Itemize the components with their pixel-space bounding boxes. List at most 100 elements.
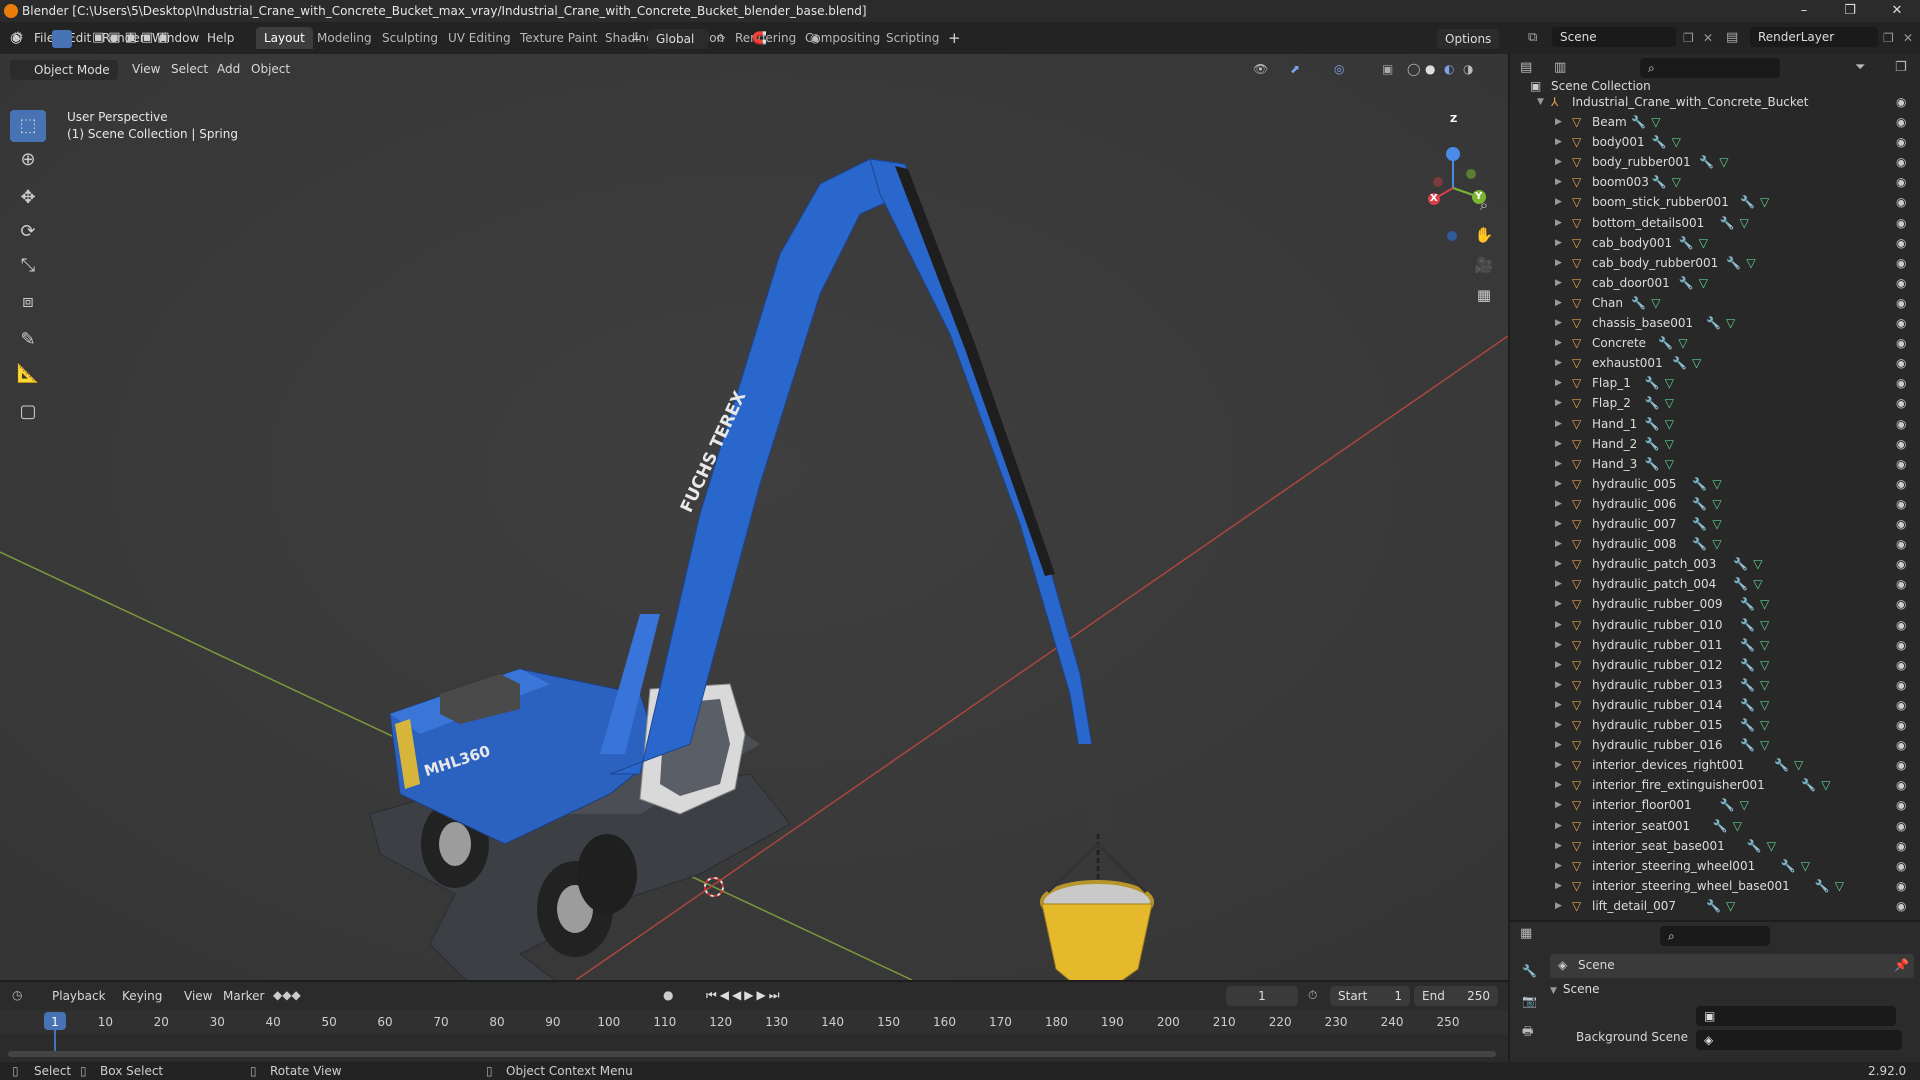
eye-icon[interactable]: ◉ <box>1896 514 1906 534</box>
eye-icon[interactable]: ◉ <box>1896 775 1906 795</box>
outliner-object-row[interactable]: ▶ ▽ cab_body_rubber001 🔧 ▽ ◉ <box>1510 253 1920 273</box>
outliner-object-row[interactable]: ▶ ▽ boom003 🔧 ▽ ◉ <box>1510 172 1920 192</box>
mesh-data-icon[interactable]: ▽ <box>1665 373 1674 393</box>
outliner-object-row[interactable]: ▶ ▽ hydraulic_007 🔧 ▽ ◉ <box>1510 514 1920 534</box>
mode-selector[interactable]: Object Mode <box>10 60 118 80</box>
outliner-object-row[interactable]: ▶ ▽ Beam 🔧 ▽ ◉ <box>1510 112 1920 132</box>
timeline-scrollbar[interactable] <box>8 1051 1496 1057</box>
add-cube-tool[interactable]: ▢ <box>10 396 46 428</box>
modifier-wrench-icon[interactable]: 🔧 <box>1740 594 1755 614</box>
modifier-wrench-icon[interactable]: 🔧 <box>1720 795 1735 815</box>
eye-icon[interactable]: ◉ <box>1896 534 1906 554</box>
expand-arrow-icon[interactable]: ▶ <box>1555 514 1562 534</box>
modifier-wrench-icon[interactable]: 🔧 <box>1645 373 1660 393</box>
mesh-data-icon[interactable]: ▽ <box>1672 132 1681 152</box>
material-shading-icon[interactable]: ◐ <box>1444 62 1454 76</box>
new-view-layer-icon[interactable]: ❐ <box>1883 28 1894 48</box>
mesh-data-icon[interactable]: ▽ <box>1665 414 1674 434</box>
expand-arrow-icon[interactable]: ▶ <box>1555 273 1562 293</box>
modifier-wrench-icon[interactable]: 🔧 <box>1815 876 1830 896</box>
playback-controls[interactable]: ⏮◀◀▶▶⏭ <box>706 988 783 1003</box>
mesh-data-icon[interactable]: ▽ <box>1821 775 1830 795</box>
cursor-tool[interactable]: ⊕ <box>10 144 46 176</box>
modifier-wrench-icon[interactable]: 🔧 <box>1631 293 1646 313</box>
expand-arrow-icon[interactable]: ▶ <box>1555 775 1562 795</box>
mesh-data-icon[interactable]: ▽ <box>1699 233 1708 253</box>
snap-icon[interactable]: 🧲 <box>752 31 767 45</box>
timeline-menu-view[interactable]: View <box>184 989 212 1003</box>
eye-icon[interactable]: ◉ <box>1896 393 1906 413</box>
expand-arrow-icon[interactable]: ▶ <box>1555 816 1562 836</box>
modifier-wrench-icon[interactable]: 🔧 <box>1801 775 1816 795</box>
solid-shading-icon[interactable]: ● <box>1425 62 1435 76</box>
expand-arrow-icon[interactable]: ▶ <box>1555 755 1562 775</box>
overlay-toggle-icon[interactable]: ◎ <box>1334 62 1344 76</box>
outliner-object-row[interactable]: ▶ ▽ hydraulic_rubber_009 🔧 ▽ ◉ <box>1510 594 1920 614</box>
rotate-tool[interactable]: ⟳ <box>10 216 46 248</box>
mesh-data-icon[interactable]: ▽ <box>1760 675 1769 695</box>
modifier-wrench-icon[interactable]: 🔧 <box>1645 434 1660 454</box>
scale-tool[interactable]: ⤡ <box>10 250 46 282</box>
start-frame-field[interactable]: Start 1 <box>1330 986 1410 1006</box>
modifier-wrench-icon[interactable]: 🔧 <box>1692 494 1707 514</box>
xray-toggle-icon[interactable]: ▣ <box>1382 62 1393 76</box>
mesh-data-icon[interactable]: ▽ <box>1760 635 1769 655</box>
mesh-data-icon[interactable]: ▽ <box>1726 313 1735 333</box>
mesh-data-icon[interactable]: ▽ <box>1651 293 1660 313</box>
mesh-data-icon[interactable]: ▽ <box>1712 494 1721 514</box>
modifier-wrench-icon[interactable]: 🔧 <box>1699 152 1714 172</box>
eye-icon[interactable]: ◉ <box>1896 353 1906 373</box>
mesh-data-icon[interactable]: ▽ <box>1760 715 1769 735</box>
expand-arrow-icon[interactable]: ▶ <box>1555 172 1562 192</box>
ortho-grid-icon[interactable]: ▦ <box>1470 281 1498 309</box>
eye-icon[interactable]: ◉ <box>1896 896 1906 916</box>
outliner-object-row[interactable]: ▶ ▽ bottom_details001 🔧 ▽ ◉ <box>1510 213 1920 233</box>
eye-icon[interactable]: ◉ <box>1896 554 1906 574</box>
modifier-wrench-icon[interactable]: 🔧 <box>1740 615 1755 635</box>
outliner-object-row[interactable]: ▶ ▽ Flap_1 🔧 ▽ ◉ <box>1510 373 1920 393</box>
expand-arrow-icon[interactable]: ▶ <box>1555 213 1562 233</box>
viewport-menu-object[interactable]: Object <box>251 62 290 76</box>
scene-selector[interactable]: Scene <box>1552 27 1676 47</box>
eye-icon[interactable]: ◉ <box>1896 233 1906 253</box>
modifier-wrench-icon[interactable]: 🔧 <box>1679 273 1694 293</box>
transform-orientation-selector[interactable]: Global <box>648 29 708 49</box>
delete-view-layer-icon[interactable]: ✕ <box>1903 28 1913 48</box>
outliner-object-row[interactable]: ▶ ▽ hydraulic_rubber_016 🔧 ▽ ◉ <box>1510 735 1920 755</box>
tab-sculpting[interactable]: Sculpting <box>374 27 446 49</box>
expand-arrow-icon[interactable]: ▶ <box>1555 695 1562 715</box>
tool-tab-icon[interactable]: 🔧 <box>1522 964 1537 978</box>
modifier-wrench-icon[interactable]: 🔧 <box>1645 414 1660 434</box>
tab-layout[interactable]: Layout <box>256 27 313 49</box>
gizmo-toggle-icon[interactable]: ⬈ <box>1290 62 1300 76</box>
filter-icon[interactable]: ⏷ <box>1855 60 1865 75</box>
expand-arrow-icon[interactable]: ▶ <box>1555 856 1562 876</box>
mesh-data-icon[interactable]: ▽ <box>1760 615 1769 635</box>
select-box-tool[interactable]: ⬚ <box>10 110 46 142</box>
pan-hand-icon[interactable]: ✋ <box>1470 221 1498 249</box>
eye-icon[interactable]: ◉ <box>1896 635 1906 655</box>
mesh-data-icon[interactable]: ▽ <box>1733 816 1742 836</box>
move-tool[interactable]: ✥ <box>10 182 46 214</box>
outliner-object-row[interactable]: ▶ ▽ hydraulic_rubber_015 🔧 ▽ ◉ <box>1510 715 1920 735</box>
eye-icon[interactable]: ◉ <box>1896 454 1906 474</box>
3d-viewport[interactable]: FUCHS TEREX MHL360 Z X Y ⬚ Object Mode V… <box>0 54 1508 980</box>
modifier-wrench-icon[interactable]: 🔧 <box>1740 192 1755 212</box>
expand-arrow-icon[interactable]: ▶ <box>1555 474 1562 494</box>
tool-settings-icon[interactable]: ⚙ <box>12 30 24 45</box>
eye-icon[interactable]: ◉ <box>1896 172 1906 192</box>
eye-icon[interactable]: ◉ <box>1896 735 1906 755</box>
expand-arrow-icon[interactable]: ▶ <box>1555 494 1562 514</box>
eye-icon[interactable]: ◉ <box>1896 655 1906 675</box>
modifier-wrench-icon[interactable]: 🔧 <box>1740 715 1755 735</box>
mesh-data-icon[interactable]: ▽ <box>1753 554 1762 574</box>
outliner-object-row[interactable]: ▶ ▽ hydraulic_rubber_012 🔧 ▽ ◉ <box>1510 655 1920 675</box>
menu-help[interactable]: Help <box>207 28 234 48</box>
eye-icon[interactable]: ◉ <box>1896 132 1906 152</box>
delete-scene-icon[interactable]: ✕ <box>1703 28 1713 48</box>
modifier-wrench-icon[interactable]: 🔧 <box>1726 253 1741 273</box>
expand-arrow-icon[interactable]: ▶ <box>1555 635 1562 655</box>
tab-scripting[interactable]: Scripting <box>878 27 947 49</box>
mesh-data-icon[interactable]: ▽ <box>1753 574 1762 594</box>
modifier-wrench-icon[interactable]: 🔧 <box>1740 655 1755 675</box>
